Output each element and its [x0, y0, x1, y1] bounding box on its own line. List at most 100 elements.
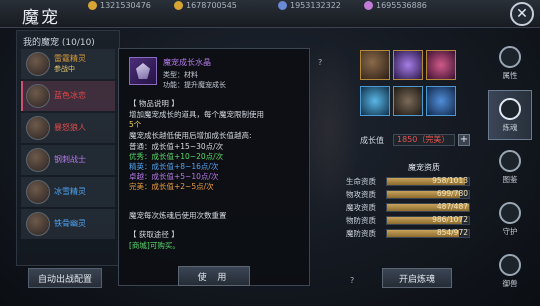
aptitude-row: 物防资质 986/1072 [346, 215, 470, 226]
aptitude-label: 物防资质 [346, 216, 376, 225]
pet-item-3[interactable]: 暴怒狼人 [21, 113, 115, 143]
pet-list-panel: 我的魔宠 (10/10) 雷霆精灵 参战中 蓝色冰恋 暴怒狼人 钢刺战士 冰雪精… [16, 30, 120, 266]
crystal-item-icon [129, 57, 157, 85]
grade-excellent: 优秀：成长值+10~20点/次 [129, 152, 224, 161]
codex-icon [499, 149, 521, 172]
close-button[interactable]: ✕ [510, 2, 534, 26]
pet-avatar [26, 116, 50, 140]
aptitude-value: 986/1072 [432, 215, 468, 224]
pet-list-heading: 我的魔宠 (10/10) [23, 38, 95, 48]
pet-item-2[interactable]: 蓝色冰恋 [21, 81, 115, 111]
page-title: 魔宠 [22, 8, 60, 28]
skill-slot-5[interactable] [393, 86, 423, 116]
pet-name: 钢刺战士 [54, 155, 86, 164]
grade-perfect: 完美：成长值+2~5点/次 [129, 182, 214, 191]
item-tooltip: 魔宠成长水晶 类型：材料 功能：提升魔宠成长 【 物品说明 】 增加魔宠成长的道… [118, 48, 310, 286]
pet-name: 蓝色冰恋 [54, 91, 86, 100]
pet-avatar [26, 148, 50, 172]
desc-line-1: 增加魔宠成长的道具，每个魔宠限制使用 [129, 110, 264, 119]
aptitude-value: 699/780 [436, 189, 468, 198]
attribute-icon [499, 45, 521, 68]
item-type: 类型：材料 [163, 71, 198, 79]
reset-note: 魔宠每次炼魂后使用次数重置 [129, 211, 227, 220]
pet-status-tag: 参战中 [54, 65, 75, 73]
aptitude-row: 生命资质 958/1013 [346, 176, 470, 187]
desc-line-3: 魔宠成长越低使用后增加成长值越高: [129, 131, 252, 140]
crystal-icon [136, 63, 150, 79]
currency-diamond-value: 1953132322 [290, 0, 341, 10]
pet-avatar [26, 212, 50, 236]
pet-item-4[interactable]: 钢刺战士 [21, 145, 115, 175]
pet-name: 冰雪精灵 [54, 187, 86, 196]
tab-guard[interactable]: 守护 [488, 194, 532, 244]
diamond-icon [278, 0, 287, 10]
pet-item-6[interactable]: 铁骨幽灵 [21, 209, 115, 239]
tab-beast-taming[interactable]: 御兽 [488, 246, 532, 296]
pet-item-5[interactable]: 冰雪精灵 [21, 177, 115, 207]
tab-label: 炼魂 [502, 122, 518, 132]
tab-label: 守护 [502, 226, 518, 236]
item-function: 功能：提升魔宠成长 [163, 81, 226, 89]
currency-silver-value: 1678700545 [186, 0, 237, 10]
help-icon-2[interactable]: ? [350, 276, 360, 286]
auto-battle-config-button[interactable]: 自动出战配置 [28, 268, 102, 288]
aptitude-label: 物攻资质 [346, 190, 376, 199]
tab-soul-refine[interactable]: 炼魂 [488, 90, 532, 140]
grade-superior: 卓越：成长值+5~10点/次 [129, 172, 219, 181]
tab-label: 图鉴 [502, 174, 518, 184]
currency-gold-value: 1321530476 [100, 0, 151, 10]
tab-attributes[interactable]: 属性 [488, 38, 532, 88]
growth-value: 1850（完美） [393, 134, 455, 146]
currency-gem: 1695536886 [364, 0, 427, 10]
desc-title: 【 物品说明 】 [129, 99, 179, 108]
desc-line-2: 5个 [129, 120, 142, 129]
help-icon[interactable]: ? [318, 58, 328, 68]
skill-slot-2[interactable] [393, 50, 423, 80]
aptitude-row: 魔防资质 854/972 [346, 228, 470, 239]
pet-avatar [26, 84, 50, 108]
side-tabs: 属性 炼魂 图鉴 守护 御兽 [488, 32, 532, 302]
grade-normal: 普通：成长值+15~30点/次 [129, 142, 224, 151]
tab-codex[interactable]: 图鉴 [488, 142, 532, 192]
gold-coin-icon [88, 0, 97, 10]
currency-gem-value: 1695536886 [376, 0, 427, 10]
item-name: 魔宠成长水晶 [163, 58, 211, 67]
top-bar: 魔宠 1321530476 1678700545 1953132322 1695… [0, 0, 540, 28]
pet-name: 雷霆精灵 [54, 54, 86, 63]
guard-icon [499, 201, 521, 224]
aptitude-row: 物攻资质 699/780 [346, 189, 470, 200]
pet-avatar [26, 52, 50, 76]
tab-label: 御兽 [502, 278, 518, 288]
start-soul-refine-button[interactable]: 开启炼魂 [382, 268, 452, 288]
pet-name: 铁骨幽灵 [54, 219, 86, 228]
growth-label: 成长值 [360, 136, 384, 145]
tab-label: 属性 [502, 70, 518, 80]
beast-taming-icon [499, 253, 521, 276]
currency-silver: 1678700545 [174, 0, 237, 10]
skill-slot-6[interactable] [426, 86, 456, 116]
currency-gold: 1321530476 [88, 0, 151, 10]
aptitude-label: 魔防资质 [346, 229, 376, 238]
aptitude-row: 魔攻资质 487/487 [346, 202, 470, 213]
aptitude-label: 生命资质 [346, 177, 376, 186]
aptitude-value: 854/972 [436, 228, 468, 237]
aptitude-label: 魔攻资质 [346, 203, 376, 212]
silver-coin-icon [174, 0, 183, 10]
pet-avatar [26, 180, 50, 204]
currency-diamond: 1953132322 [278, 0, 341, 10]
use-button[interactable]: 使 用 [178, 266, 250, 286]
pet-name: 暴怒狼人 [54, 123, 86, 132]
grade-elite: 精英：成长值+8~16点/次 [129, 162, 219, 171]
aptitude-value: 487/487 [436, 202, 468, 211]
skill-slot-4[interactable] [360, 86, 390, 116]
skill-slot-3[interactable] [426, 50, 456, 80]
source-title: 【 获取途径 】 [129, 230, 179, 239]
close-icon: ✕ [516, 6, 528, 22]
skill-slot-1[interactable] [360, 50, 390, 80]
gem-icon [364, 0, 373, 10]
pet-item-1[interactable]: 雷霆精灵 参战中 [21, 49, 115, 79]
aptitude-value: 958/1013 [432, 176, 468, 185]
growth-plus-button[interactable]: + [458, 134, 470, 146]
source-text: [商城]可购买。 [129, 241, 180, 250]
aptitude-title: 魔宠资质 [408, 163, 440, 172]
